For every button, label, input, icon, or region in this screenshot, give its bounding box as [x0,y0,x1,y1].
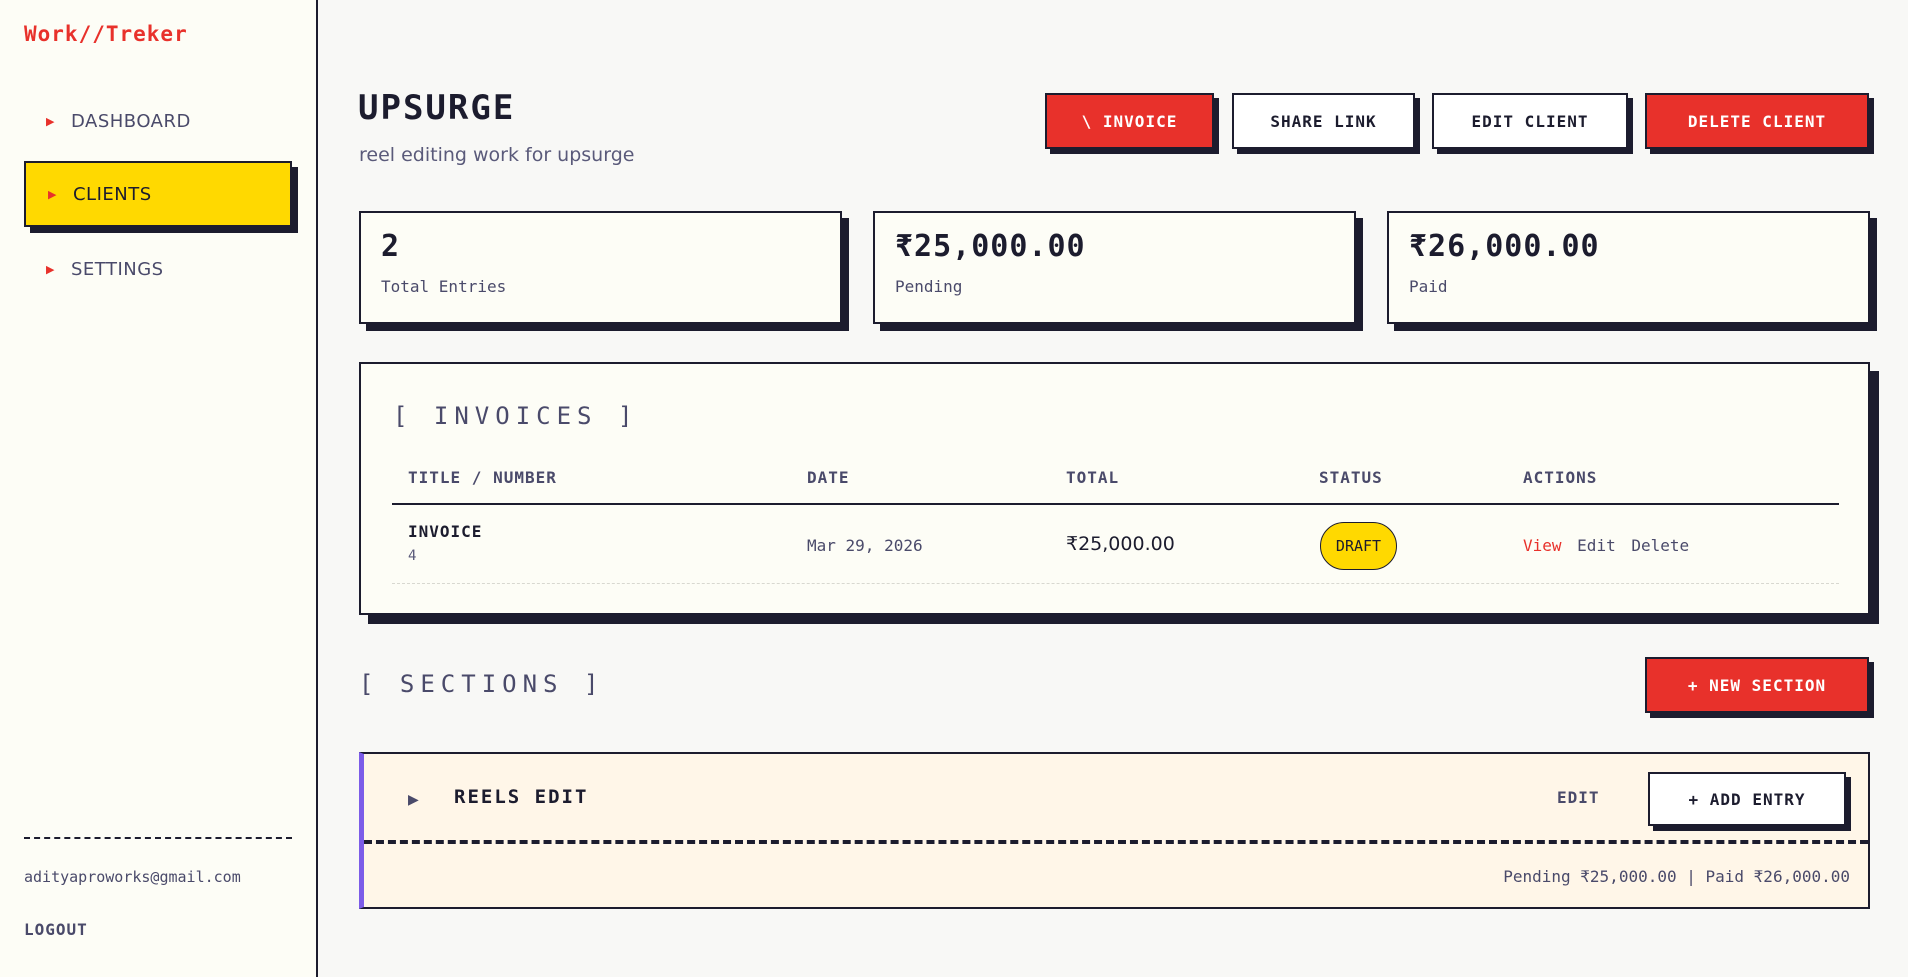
stat-label: Paid [1409,277,1448,296]
sidebar-divider [24,837,292,839]
status-badge: DRAFT [1320,522,1397,570]
sections-title: [ SECTIONS ] [359,670,605,698]
expand-arrow-icon[interactable]: ▶ [408,792,419,808]
invoices-title: [ INVOICES ] [393,402,639,430]
invoice-date: Mar 29, 2026 [807,536,923,555]
stat-value: 2 [381,229,401,264]
chevron-right-icon: ▶ [46,114,55,128]
section-name: REELS EDIT [454,786,589,808]
logout-button[interactable]: LOGOUT [24,920,88,939]
sidebar-item-label: SETTINGS [70,258,164,280]
edit-invoice-link[interactable]: Edit [1577,536,1616,555]
section-summary: Pending ₹25,000.00 | Paid ₹26,000.00 [1503,867,1850,886]
stat-card-paid: ₹26,000.00 Paid [1387,211,1870,324]
stat-card-total-entries: 2 Total Entries [359,211,842,324]
edit-client-button[interactable]: EDIT CLIENT [1432,93,1628,149]
sidebar: Work//Treker ▶ DASHBOARD ▶ CLIENTS ▶ SET… [0,0,318,977]
invoice-button[interactable]: \ INVOICE [1045,93,1214,149]
sidebar-item-dashboard[interactable]: ▶ DASHBOARD [24,88,292,154]
column-header-status: STATUS [1319,468,1383,487]
chevron-right-icon: ▶ [46,262,55,276]
column-header-total: TOTAL [1066,468,1120,487]
table-row-divider [392,583,1839,584]
page-title: UPSURGE [358,88,516,128]
edit-section-button[interactable]: EDIT [1557,788,1600,807]
column-header-date: DATE [807,468,850,487]
stat-value: ₹25,000.00 [895,229,1086,264]
user-email: adityaproworks@gmail.com [24,868,241,886]
share-link-button[interactable]: SHARE LINK [1232,93,1415,149]
invoices-card: [ INVOICES ] TITLE / NUMBER DATE TOTAL S… [359,362,1870,615]
invoice-title: INVOICE [408,522,483,541]
page-subtitle: reel editing work for upsurge [359,144,635,166]
column-header-title: TITLE / NUMBER [408,468,557,487]
add-entry-button[interactable]: + ADD ENTRY [1648,772,1846,826]
app-logo[interactable]: Work//Treker [24,22,188,46]
table-header-divider [392,503,1839,505]
column-header-actions: ACTIONS [1523,468,1598,487]
view-invoice-link[interactable]: View [1523,536,1562,555]
sidebar-item-settings[interactable]: ▶ SETTINGS [24,236,292,302]
stat-label: Pending [895,277,963,296]
invoice-number: 4 [408,548,417,564]
sidebar-item-label: CLIENTS [72,183,152,205]
sidebar-item-clients[interactable]: ▶ CLIENTS [24,161,292,227]
sidebar-item-label: DASHBOARD [70,110,191,132]
section-card: ▶ REELS EDIT EDIT + ADD ENTRY Pending ₹2… [359,752,1870,909]
section-divider [364,840,1868,844]
invoice-total: ₹25,000.00 [1066,533,1175,555]
stat-card-pending: ₹25,000.00 Pending [873,211,1356,324]
stat-value: ₹26,000.00 [1409,229,1600,264]
delete-invoice-link[interactable]: Delete [1631,536,1689,555]
chevron-right-icon: ▶ [48,187,57,201]
delete-client-button[interactable]: DELETE CLIENT [1645,93,1869,149]
invoice-actions: View Edit Delete [1523,536,1695,555]
stat-label: Total Entries [381,277,507,296]
new-section-button[interactable]: + NEW SECTION [1645,657,1869,713]
